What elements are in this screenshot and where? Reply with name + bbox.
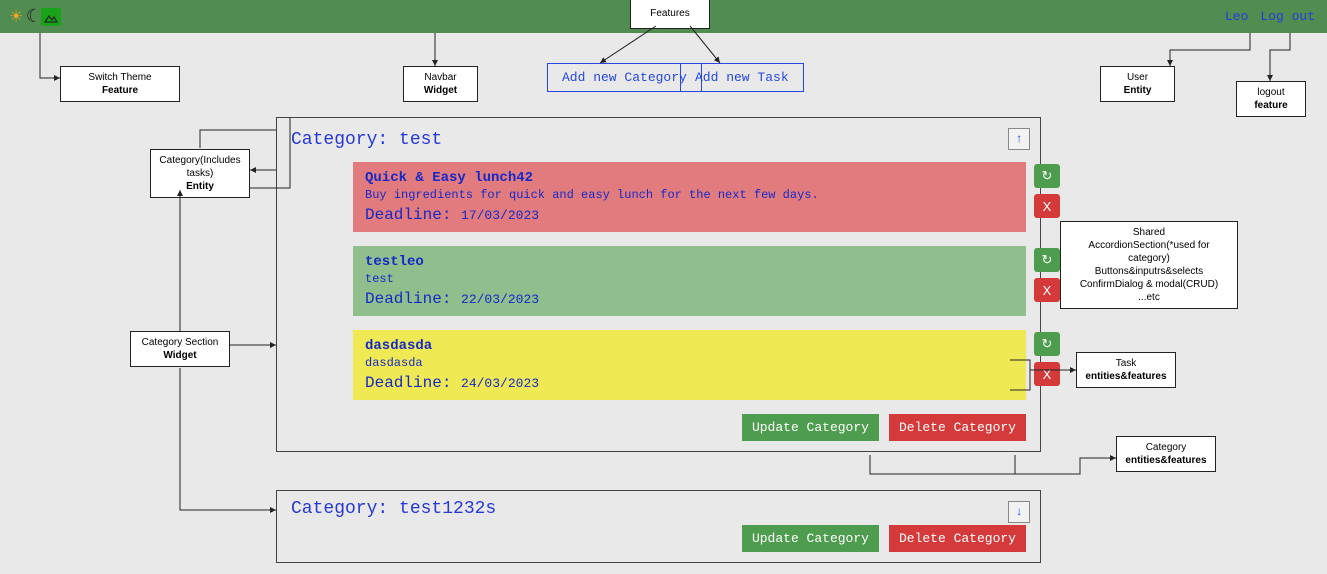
deadline-label: Deadline: (365, 290, 451, 308)
user-link[interactable]: Leo (1225, 9, 1248, 24)
category-title: Category: test (291, 130, 1026, 150)
category-panel: Category: test ↑ Quick & Easy lunch42 Bu… (276, 117, 1041, 452)
task-title: testleo (365, 254, 1014, 270)
task-desc: Buy ingredients for quick and easy lunch… (365, 188, 1014, 202)
task-desc: dasdasda (365, 356, 1014, 370)
label-switch-theme: Switch Theme Feature (60, 66, 180, 102)
task-item: testleo test Deadline: 22/03/2023 ↻ X (353, 246, 1026, 316)
task-item: Quick & Easy lunch42 Buy ingredients for… (353, 162, 1026, 232)
deadline-label: Deadline: (365, 206, 451, 224)
delete-category-button[interactable]: Delete Category (889, 414, 1026, 441)
task-desc: test (365, 272, 1014, 286)
refresh-icon: ↻ (1042, 252, 1053, 268)
label-category-ef: Category entities&features (1116, 436, 1216, 472)
expand-button[interactable]: ↓ (1008, 501, 1030, 523)
deadline-value: 17/03/2023 (461, 208, 539, 223)
label-navbar-widget: Navbar Widget (403, 66, 478, 102)
task-title: Quick & Easy lunch42 (365, 170, 1014, 186)
label-category-section-widget: Category Section Widget (130, 331, 230, 367)
deadline-value: 24/03/2023 (461, 376, 539, 391)
refresh-icon: ↻ (1042, 336, 1053, 352)
refresh-button[interactable]: ↻ (1034, 164, 1060, 188)
delete-task-button[interactable]: X (1034, 278, 1060, 302)
refresh-icon: ↻ (1042, 168, 1053, 184)
collapse-button[interactable]: ↑ (1008, 128, 1030, 150)
add-task-button[interactable]: Add new Task (680, 63, 804, 92)
update-category-button[interactable]: Update Category (742, 525, 879, 552)
refresh-button[interactable]: ↻ (1034, 332, 1060, 356)
category-panel: Category: test1232s ↓ Update Category De… (276, 490, 1041, 563)
moon-icon: ☾ (26, 6, 37, 28)
delete-task-button[interactable]: X (1034, 362, 1060, 386)
delete-category-button[interactable]: Delete Category (889, 525, 1026, 552)
label-logout-feature: logout feature (1236, 81, 1306, 117)
label-shared: Shared AccordionSection(*used for catego… (1060, 221, 1238, 309)
delete-task-button[interactable]: X (1034, 194, 1060, 218)
update-category-button[interactable]: Update Category (742, 414, 879, 441)
label-category-entity: Category(Includes tasks) Entity (150, 149, 250, 198)
sun-icon: ☀ (10, 4, 22, 30)
image-icon (41, 8, 61, 26)
theme-switcher[interactable]: ☀ ☾ (10, 4, 61, 30)
logout-link[interactable]: Log out (1260, 9, 1315, 24)
task-title: dasdasda (365, 338, 1014, 354)
label-task-ef: Task entities&features (1076, 352, 1176, 388)
task-item: dasdasda dasdasda Deadline: 24/03/2023 ↻… (353, 330, 1026, 400)
category-title: Category: test1232s (291, 499, 1026, 519)
deadline-label: Deadline: (365, 374, 451, 392)
deadline-value: 22/03/2023 (461, 292, 539, 307)
chevron-up-icon: ↑ (1015, 132, 1022, 146)
label-user-entity: User Entity (1100, 66, 1175, 102)
label-features: Features (630, 0, 710, 29)
add-category-button[interactable]: Add new Category (547, 63, 702, 92)
chevron-down-icon: ↓ (1015, 505, 1022, 519)
refresh-button[interactable]: ↻ (1034, 248, 1060, 272)
